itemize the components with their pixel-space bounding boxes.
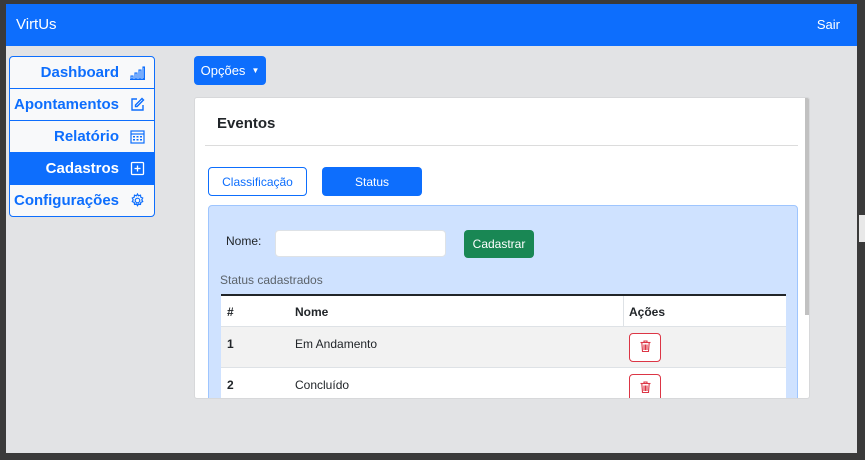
column-header-actions: Ações bbox=[629, 305, 666, 319]
app-window: VirtUs Sair Dashboard Apontamentos Relat… bbox=[6, 4, 857, 453]
scrollbar[interactable] bbox=[805, 98, 809, 315]
card-title: Eventos bbox=[217, 115, 276, 132]
caret-down-icon: ▼ bbox=[251, 66, 260, 75]
status-panel: Nome: Cadastrar Status cadastrados # Nom… bbox=[208, 205, 798, 398]
name-label: Nome: bbox=[226, 234, 262, 248]
sidebar-item-label: Cadastros bbox=[45, 160, 119, 177]
trash-icon bbox=[640, 381, 651, 396]
options-label: Opções bbox=[200, 63, 246, 78]
sidebar-item-label: Apontamentos bbox=[14, 96, 119, 113]
sidebar-item-cadastros[interactable]: Cadastros bbox=[9, 152, 155, 185]
window-edge bbox=[859, 215, 865, 242]
sidebar-item-apontamentos[interactable]: Apontamentos bbox=[9, 88, 155, 121]
brand-logo[interactable]: VirtUs bbox=[16, 16, 57, 33]
table-header-row: # Nome Ações bbox=[221, 296, 786, 327]
sidebar-item-label: Dashboard bbox=[40, 64, 119, 81]
row-id: 1 bbox=[227, 337, 234, 351]
gear-icon bbox=[129, 193, 145, 209]
edit-icon bbox=[129, 97, 145, 113]
row-id: 2 bbox=[227, 378, 234, 392]
tab-classificacao[interactable]: Classificação bbox=[208, 167, 307, 196]
sidebar-item-label: Configurações bbox=[13, 192, 119, 209]
sidebar-item-configuracoes[interactable]: Configurações bbox=[9, 184, 155, 217]
table-row: 1 Em Andamento bbox=[221, 327, 786, 368]
table-row: 2 Concluído bbox=[221, 368, 786, 398]
calendar-icon bbox=[129, 129, 145, 145]
name-input[interactable] bbox=[275, 230, 446, 257]
sidebar-item-label: Relatório bbox=[53, 128, 119, 145]
logout-link[interactable]: Sair bbox=[817, 17, 840, 32]
events-card: Eventos Classificação Status Nome: Cadas… bbox=[194, 97, 810, 399]
options-dropdown-button[interactable]: Opções ▼ bbox=[194, 56, 266, 85]
column-header-name: Nome bbox=[295, 305, 329, 319]
sidebar-item-dashboard[interactable]: Dashboard bbox=[9, 56, 155, 89]
trash-icon bbox=[640, 340, 651, 355]
table-caption: Status cadastrados bbox=[220, 273, 323, 287]
top-navbar: VirtUs Sair bbox=[6, 4, 857, 46]
column-divider bbox=[623, 296, 624, 327]
status-table: # Nome Ações 1 Em Andamento 2 Concluído bbox=[221, 294, 786, 398]
row-name: Concluído bbox=[295, 378, 350, 392]
row-name: Em Andamento bbox=[295, 337, 378, 351]
divider bbox=[205, 145, 798, 146]
delete-button[interactable] bbox=[629, 374, 661, 398]
plus-square-icon bbox=[129, 161, 145, 177]
tab-status[interactable]: Status bbox=[322, 167, 422, 196]
sidebar: Dashboard Apontamentos Relatório Cadastr… bbox=[9, 56, 155, 217]
bar-chart-icon bbox=[129, 65, 145, 81]
sidebar-item-relatorio[interactable]: Relatório bbox=[9, 120, 155, 153]
delete-button[interactable] bbox=[629, 333, 661, 362]
cadastrar-button[interactable]: Cadastrar bbox=[464, 230, 534, 258]
column-header-id: # bbox=[227, 305, 234, 319]
